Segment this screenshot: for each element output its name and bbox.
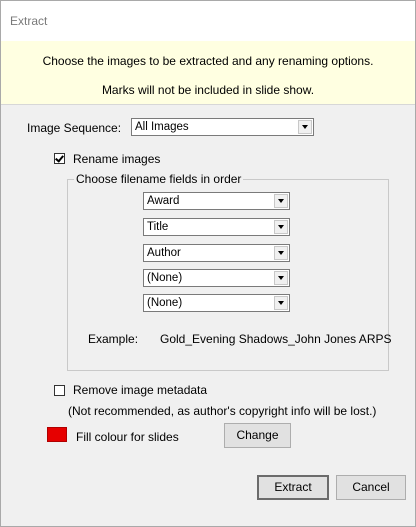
chevron-down-icon <box>274 194 288 208</box>
image-sequence-value: All Images <box>135 121 189 133</box>
filename-field-4-select[interactable]: (None) <box>143 269 290 287</box>
filename-field-3-select[interactable]: Author <box>143 244 290 262</box>
change-colour-button[interactable]: Change <box>224 423 291 448</box>
remove-metadata-checkbox[interactable] <box>54 385 65 396</box>
cancel-button[interactable]: Cancel <box>336 475 406 500</box>
filename-field-1-value: Award <box>147 195 180 207</box>
filename-field-2-select[interactable]: Title <box>143 218 290 236</box>
image-sequence-label: Image Sequence: <box>27 121 122 135</box>
chevron-down-icon <box>274 246 288 260</box>
filename-field-5-select[interactable]: (None) <box>143 294 290 312</box>
rename-images-label[interactable]: Rename images <box>73 152 160 166</box>
chevron-down-icon <box>274 296 288 310</box>
filename-field-4-value: (None) <box>147 272 183 284</box>
rename-images-checkbox[interactable] <box>54 153 65 164</box>
filename-field-2-value: Title <box>147 221 169 233</box>
filename-field-3-value: Author <box>147 247 181 259</box>
example-value: Gold_Evening Shadows_John Jones ARPS <box>160 332 392 346</box>
banner-instructions: Choose the images to be extracted and an… <box>42 54 374 68</box>
remove-metadata-label[interactable]: Remove image metadata <box>73 383 207 397</box>
fill-colour-label: Fill colour for slides <box>76 430 179 444</box>
window-title: Extract <box>10 14 48 28</box>
title-bar: Extract <box>1 1 415 41</box>
filename-fields-group-label: Choose filename fields in order <box>74 172 244 186</box>
chevron-down-icon <box>274 271 288 285</box>
chevron-down-icon <box>298 120 312 134</box>
image-sequence-select[interactable]: All Images <box>131 118 314 136</box>
example-label: Example: <box>88 332 139 346</box>
extract-dialog: Extract Choose the images to be extracte… <box>0 0 416 527</box>
extract-button[interactable]: Extract <box>257 475 329 500</box>
banner-note: Marks will not be included in slide show… <box>101 83 315 97</box>
info-banner: Choose the images to be extracted and an… <box>1 41 415 105</box>
chevron-down-icon <box>274 220 288 234</box>
fill-colour-swatch <box>47 427 67 442</box>
filename-field-5-value: (None) <box>147 297 183 309</box>
filename-field-1-select[interactable]: Award <box>143 192 290 210</box>
metadata-warning-note: (Not recommended, as author's copyright … <box>68 404 377 418</box>
